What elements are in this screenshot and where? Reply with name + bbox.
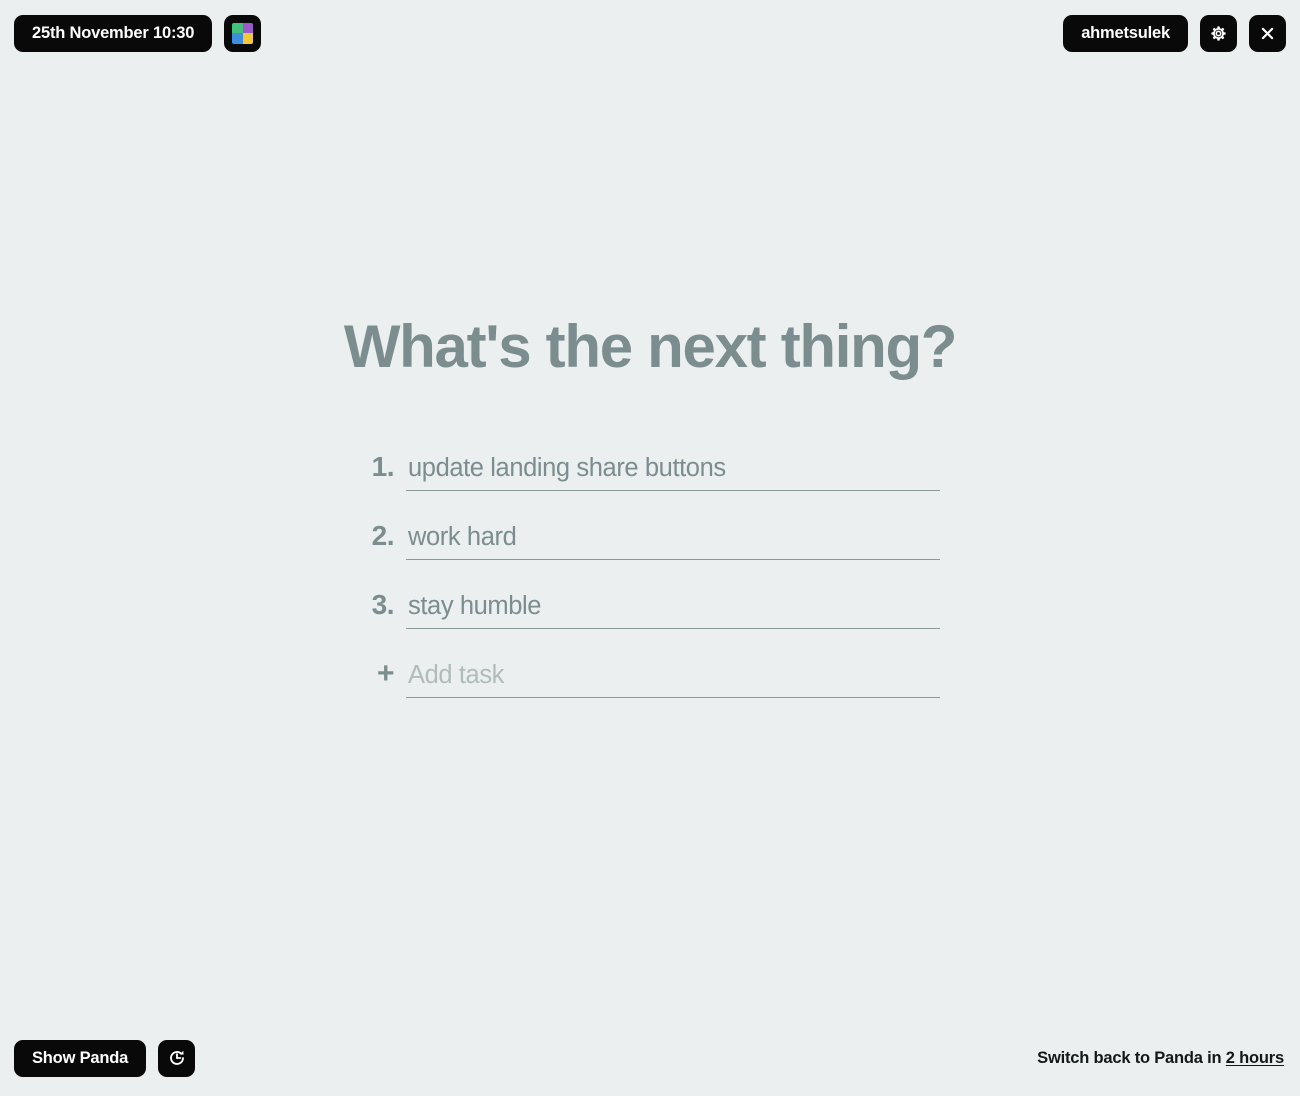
task-row: 1. xyxy=(360,422,940,491)
task-number: 3. xyxy=(371,589,395,620)
show-panda-button[interactable]: Show Panda xyxy=(14,1039,147,1077)
task-input-2[interactable] xyxy=(406,523,940,560)
top-bar-left-group: 25th November 10:30 xyxy=(14,14,262,52)
refresh-button[interactable] xyxy=(158,1039,196,1077)
add-task-input[interactable] xyxy=(406,661,940,698)
refresh-icon xyxy=(169,1050,184,1065)
plus-icon[interactable]: + xyxy=(360,659,406,698)
grid-apps-icon xyxy=(232,22,254,44)
grid-quadrant-top-right xyxy=(242,22,254,33)
task-number: 1. xyxy=(371,451,395,482)
apps-grid-button[interactable] xyxy=(224,14,262,52)
settings-button[interactable] xyxy=(1200,14,1237,52)
datetime-pill[interactable]: 25th November 10:30 xyxy=(14,14,213,52)
switch-back-prefix: Switch back to Panda in xyxy=(1037,1048,1226,1067)
top-bar-right-group: ahmetsulek xyxy=(1063,14,1286,52)
grid-quadrant-bottom-left xyxy=(232,33,243,44)
task-number: 2. xyxy=(371,520,395,551)
gear-icon xyxy=(1211,25,1226,41)
task-input-3[interactable] xyxy=(406,592,940,629)
bottom-bar-left-group: Show Panda xyxy=(14,1039,196,1077)
task-input-1[interactable] xyxy=(406,454,940,491)
grid-quadrant-top-left xyxy=(232,22,243,33)
task-row: 2. xyxy=(360,491,940,560)
add-task-row: + xyxy=(360,629,940,698)
task-list: 1. 2. 3. + xyxy=(360,422,940,698)
close-button[interactable] xyxy=(1249,14,1286,52)
grid-quadrant-bottom-right xyxy=(242,33,254,44)
close-icon xyxy=(1261,27,1274,39)
top-bar: 25th November 10:30 ahmetsulek xyxy=(0,0,1300,66)
main-content: What's the next thing? 1. 2. 3. + xyxy=(0,0,1300,1096)
task-row: 3. xyxy=(360,560,940,629)
page-title: What's the next thing? xyxy=(343,313,958,380)
username-button[interactable]: ahmetsulek xyxy=(1063,14,1188,52)
bottom-bar: Show Panda Switch back to Panda in 2 hou… xyxy=(0,1020,1300,1096)
switch-back-note: Switch back to Panda in 2 hours xyxy=(1037,1049,1286,1068)
switch-back-link[interactable]: 2 hours xyxy=(1226,1049,1284,1067)
